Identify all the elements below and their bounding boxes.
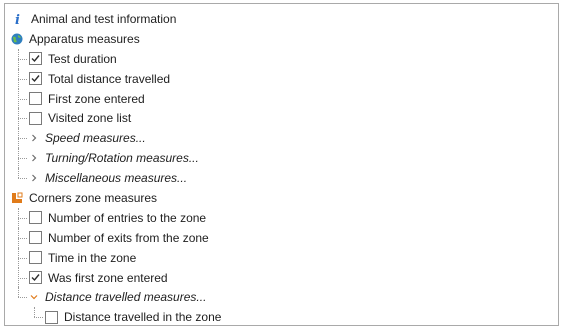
chevron-down-icon[interactable] xyxy=(29,292,39,302)
tree-guide xyxy=(13,247,29,268)
tree-item-visited-zone-list[interactable]: Visited zone list xyxy=(5,108,558,129)
tree-item-total-distance[interactable]: Total distance travelled xyxy=(5,68,558,89)
checkbox-time-in-zone[interactable] xyxy=(29,251,42,265)
tree-guide xyxy=(13,168,29,188)
tree-guide xyxy=(13,287,29,307)
tree-guide xyxy=(13,267,29,288)
tree-guide xyxy=(13,68,29,89)
checkbox-label: Was first zone entered xyxy=(48,270,168,285)
tree-guide xyxy=(13,108,29,129)
info-icon: i xyxy=(15,13,20,26)
tree-guide xyxy=(13,128,29,149)
tree-item-was-first-zone-entered[interactable]: Was first zone entered xyxy=(5,267,558,288)
tree-node-apparatus-measures[interactable]: Apparatus measures xyxy=(5,29,558,49)
tree-node-label: Apparatus measures xyxy=(29,31,140,46)
checkbox-was-first-zone-entered[interactable] xyxy=(29,271,42,285)
checkbox-label: First zone entered xyxy=(48,91,145,106)
tree-node-label: Corners zone measures xyxy=(29,190,158,205)
tree-item-first-zone-entered[interactable]: First zone entered xyxy=(5,88,558,109)
group-label: Speed measures... xyxy=(45,131,146,146)
chevron-right-icon[interactable] xyxy=(29,173,39,183)
checkbox-label: Total distance travelled xyxy=(48,71,171,86)
checkbox-label: Test duration xyxy=(48,51,117,66)
checkbox-test-duration[interactable] xyxy=(29,52,42,66)
tree-item-number-of-exits[interactable]: Number of exits from the zone xyxy=(5,227,558,248)
checkbox-label: Number of entries to the zone xyxy=(48,210,207,225)
checkbox-distance-in-zone[interactable] xyxy=(45,310,58,324)
tree-item-test-duration[interactable]: Test duration xyxy=(5,48,558,69)
tree-guide xyxy=(29,307,45,325)
tree-node-animal-info[interactable]: i Animal and test information xyxy=(5,9,558,29)
tree-group-turning-rotation[interactable]: Turning/Rotation measures... xyxy=(5,148,558,169)
tree-guide xyxy=(13,48,29,69)
tree-group-distance-travelled[interactable]: Distance travelled measures... xyxy=(5,287,558,307)
group-label: Miscellaneous measures... xyxy=(45,171,188,186)
svg-text:i: i xyxy=(15,13,20,26)
tree-group-miscellaneous[interactable]: Miscellaneous measures... xyxy=(5,168,558,188)
checkbox-label: Time in the zone xyxy=(48,250,137,265)
tree-item-number-of-entries[interactable]: Number of entries to the zone xyxy=(5,207,558,228)
checkbox-number-of-exits[interactable] xyxy=(29,231,42,245)
tree-group-speed-measures[interactable]: Speed measures... xyxy=(5,128,558,149)
measures-tree: i Animal and test information Apparatus … xyxy=(5,9,558,325)
checkbox-visited-zone-list[interactable] xyxy=(29,111,42,125)
checkbox-label: Number of exits from the zone xyxy=(48,230,209,245)
tree-guide xyxy=(13,88,29,109)
checkbox-label: Distance travelled in the zone xyxy=(64,310,222,325)
tree-item-distance-in-zone[interactable]: Distance travelled in the zone xyxy=(5,307,558,325)
tree-node-corners-zone[interactable]: Corners zone measures xyxy=(5,188,558,208)
checkbox-first-zone-entered[interactable] xyxy=(29,92,42,105)
tree-guide xyxy=(13,148,29,169)
group-label: Turning/Rotation measures... xyxy=(45,151,199,166)
tree-guide xyxy=(13,227,29,248)
corner-zone-icon xyxy=(12,192,23,203)
tree-node-label: Animal and test information xyxy=(31,11,177,26)
checkbox-label: Visited zone list xyxy=(48,111,132,126)
group-label: Distance travelled measures... xyxy=(45,290,207,305)
checkbox-total-distance[interactable] xyxy=(29,72,42,86)
tree-guide xyxy=(13,207,29,228)
globe-icon xyxy=(11,33,23,45)
measures-tree-panel: i Animal and test information Apparatus … xyxy=(4,3,559,326)
chevron-right-icon[interactable] xyxy=(29,153,39,163)
checkbox-number-of-entries[interactable] xyxy=(29,211,42,225)
chevron-right-icon[interactable] xyxy=(29,133,39,143)
tree-item-time-in-zone[interactable]: Time in the zone xyxy=(5,247,558,268)
